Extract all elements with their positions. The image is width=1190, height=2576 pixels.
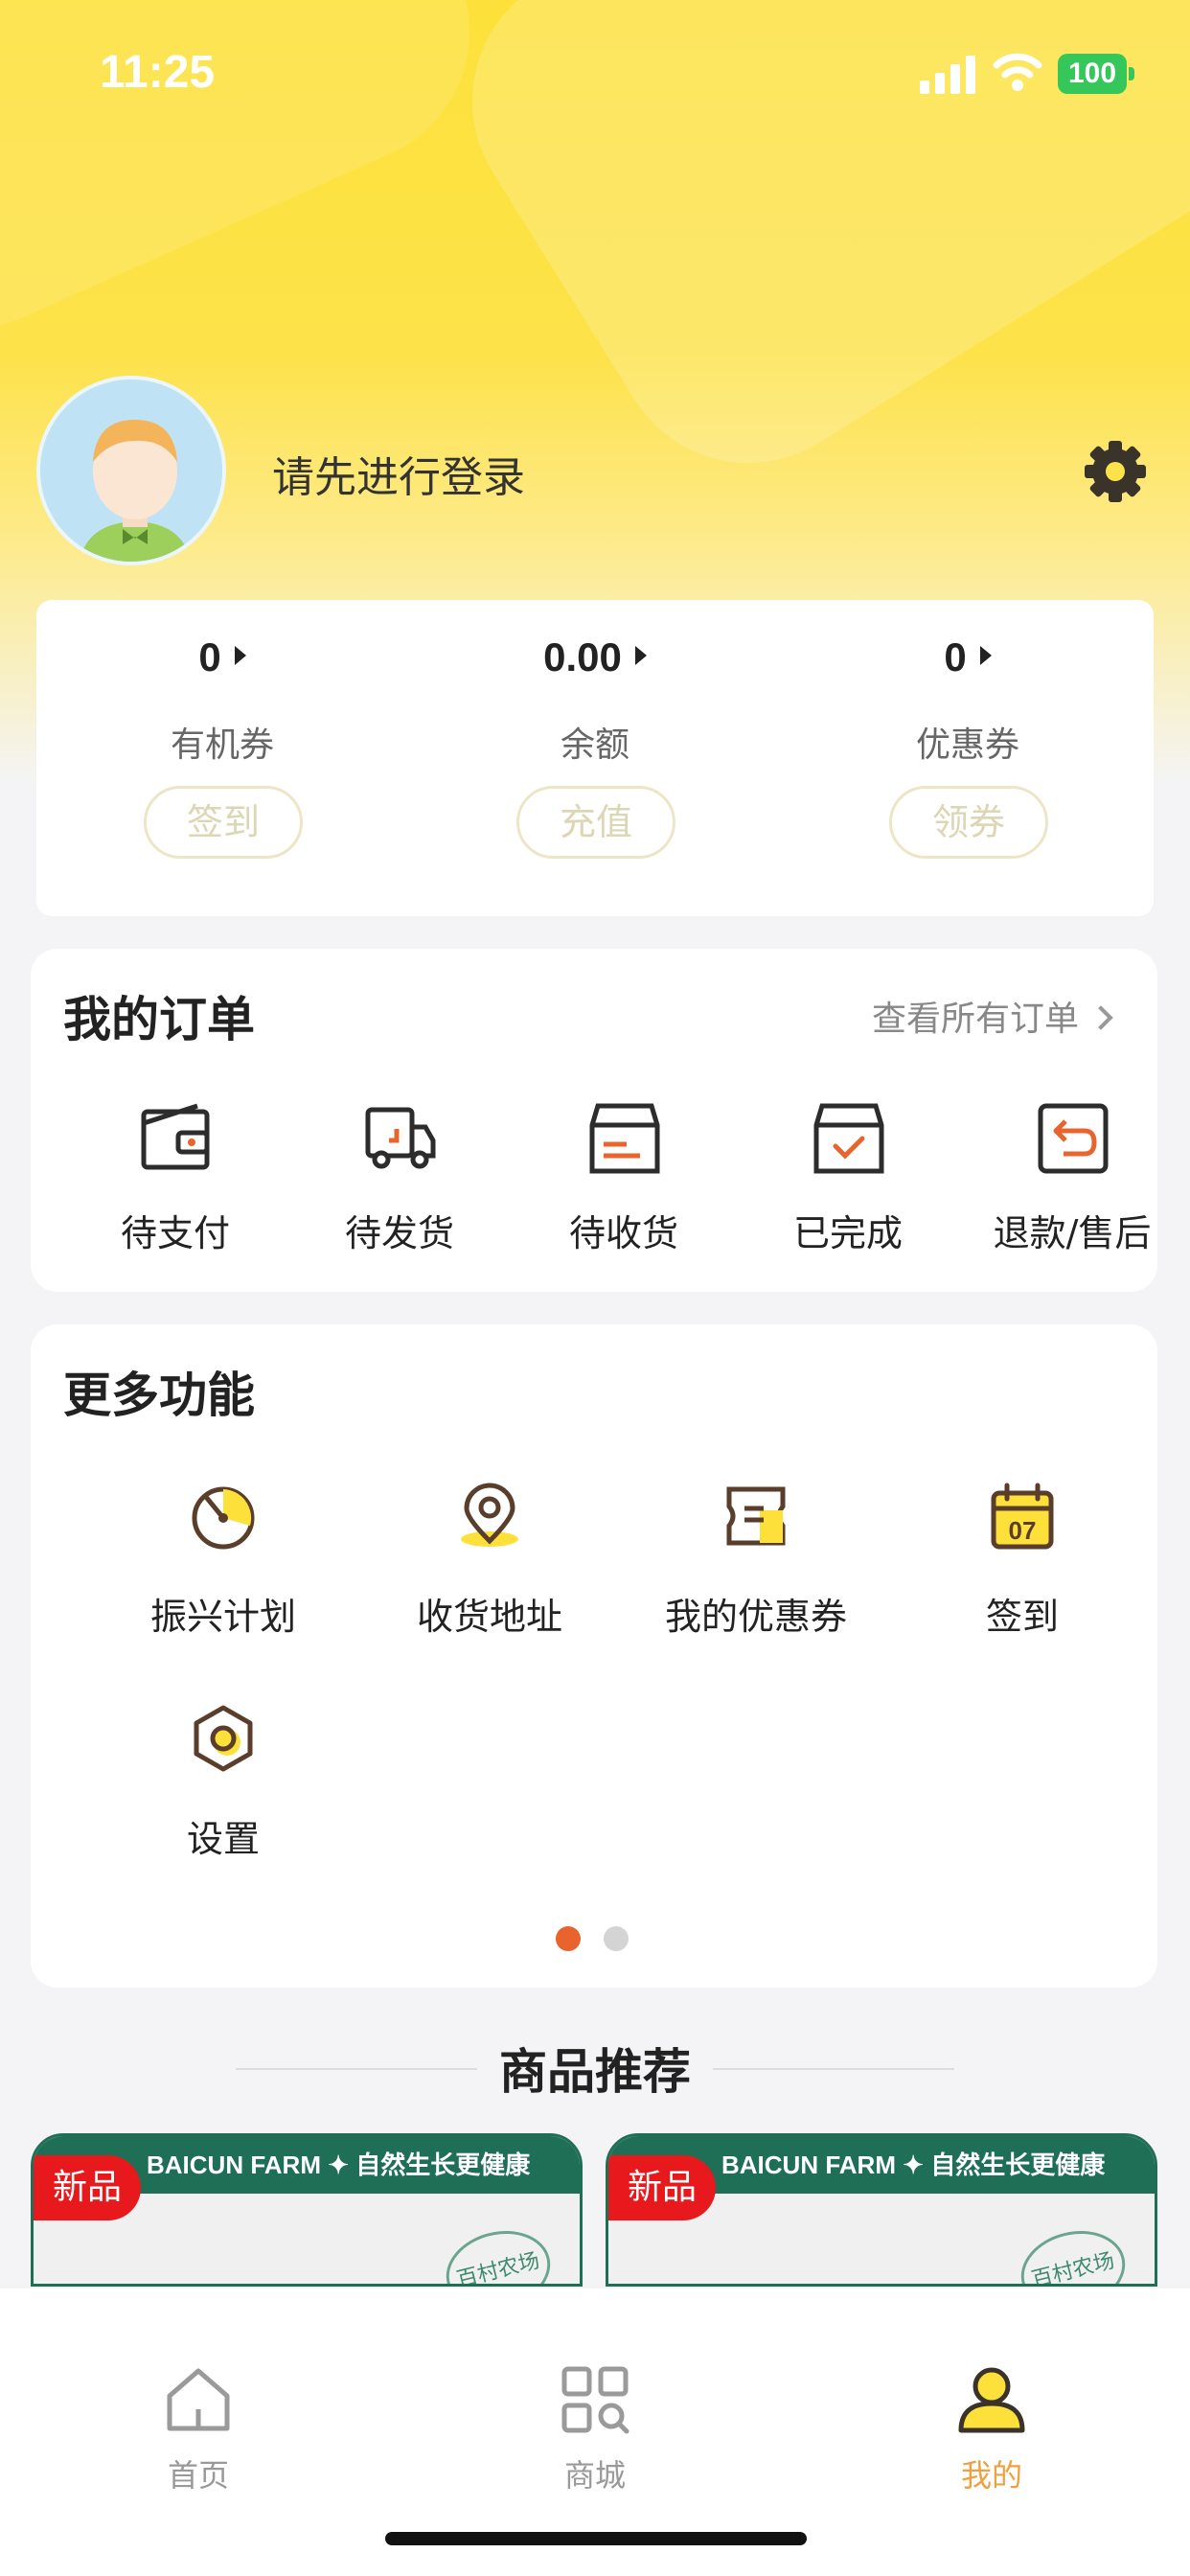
func-revitalization-plan[interactable]: 振兴计划 [90,1482,356,1654]
order-completed[interactable]: 已完成 [736,1102,960,1275]
brand-stamp: 百村农场 [437,2220,560,2284]
battery-indicator: 100 [1058,54,1127,94]
tab-label: 我的 [960,2457,1022,2494]
wallet-label: 优惠券 [915,725,1019,765]
location-pin-icon [461,1483,518,1547]
view-all-orders-link[interactable]: 查看所有订单 [872,991,1113,1041]
wallet-icon [141,1103,210,1170]
avatar[interactable] [36,376,226,565]
func-settings[interactable]: 设置 [90,1704,356,1876]
tab-mine[interactable]: 我的 [793,2288,1190,2499]
box-icon [589,1103,660,1174]
tab-home[interactable]: 首页 [0,2288,397,2499]
more-functions-title: 更多功能 [63,1368,255,1423]
checkin-button[interactable]: 签到 [144,786,303,859]
chevron-right-icon [1088,1005,1113,1030]
avatar-illustration [40,380,222,562]
brand-stamp: 百村农场 [1012,2220,1134,2284]
wallet-summary-card: 0 有机券 签到 0.00 余额 充值 0 优惠券 领券 [36,600,1154,916]
recommend-title: 商品推荐 [499,2044,691,2100]
orders-card: 我的订单 查看所有订单 待支付 待发货 待收货 已完成 退款/售后 [31,949,1157,1292]
tab-label: 商城 [563,2457,626,2494]
product-card[interactable]: BAICUN FARM ✦ 自然生长更健康 新品 百村农场 [606,2133,1157,2287]
page-dot[interactable] [604,1926,629,1951]
wallet-value: 0 [782,634,1154,680]
user-icon [958,2367,1025,2433]
login-prompt[interactable]: 请先进行登录 [272,443,525,504]
wallet-value: 0 [36,634,408,680]
tab-mall[interactable]: 商城 [397,2288,793,2499]
func-label: 设置 [186,1818,260,1860]
recharge-button[interactable]: 充值 [516,786,675,859]
caret-right-icon [979,646,992,665]
new-badge: 新品 [34,2155,141,2220]
order-label: 待收货 [568,1212,678,1254]
caret-right-icon [634,646,647,665]
grid-search-icon [561,2366,629,2434]
truck-icon [365,1107,436,1169]
status-time: 11:25 [100,47,216,98]
wallet-organic-coupons[interactable]: 0 有机券 签到 [36,600,408,916]
order-label: 退款/售后 [993,1212,1152,1254]
func-label: 振兴计划 [149,1596,296,1638]
new-badge: 新品 [608,2155,716,2220]
func-my-coupons[interactable]: 我的优惠券 [623,1482,889,1654]
caret-right-icon [234,646,246,665]
func-checkin[interactable]: 07 签到 [889,1482,1156,1654]
status-bar: 11:25 100 [0,0,1190,144]
order-pending-payment[interactable]: 待支付 [63,1102,287,1275]
home-icon [167,2368,230,2431]
order-label: 已完成 [792,1212,903,1254]
cellular-signal-icon [920,56,975,94]
calendar-day-text: 07 [1009,1516,1037,1545]
tab-label: 首页 [167,2457,229,2494]
gear-icon[interactable] [1081,437,1150,506]
func-label: 我的优惠券 [664,1596,847,1638]
gauge-icon [192,1486,255,1550]
hexagon-settings-icon [194,1705,253,1772]
order-pending-shipment[interactable]: 待发货 [287,1102,512,1275]
wallet-label: 余额 [560,725,629,765]
wallet-value: 0.00 [409,634,781,680]
more-functions-card: 更多功能 振兴计划 收货地址 我的优惠券 07 签到 设置 [31,1324,1157,1988]
wallet-label: 有机券 [170,725,274,765]
return-icon [1038,1103,1109,1174]
battery-tip [1129,67,1134,80]
func-delivery-address[interactable]: 收货地址 [356,1482,623,1654]
box-check-icon [813,1103,884,1174]
orders-title: 我的订单 [63,992,255,1047]
order-label: 待发货 [344,1212,454,1254]
order-pending-receipt[interactable]: 待收货 [512,1102,736,1275]
home-indicator [385,2532,807,2545]
wallet-balance[interactable]: 0.00 余额 充值 [409,600,781,916]
calendar-icon: 07 [991,1483,1054,1550]
product-card[interactable]: BAICUN FARM ✦ 自然生长更健康 新品 百村农场 [31,2133,583,2287]
coupon-icon [726,1486,786,1546]
order-label: 待支付 [120,1212,230,1254]
wifi-icon [993,53,1042,91]
wallet-coupons[interactable]: 0 优惠券 领券 [782,600,1154,916]
func-label: 签到 [985,1596,1059,1638]
page-dot-active[interactable] [556,1926,581,1951]
order-refund-aftersales[interactable]: 退款/售后 [960,1102,1184,1275]
func-label: 收货地址 [416,1596,562,1638]
claim-coupon-button[interactable]: 领券 [889,786,1048,859]
